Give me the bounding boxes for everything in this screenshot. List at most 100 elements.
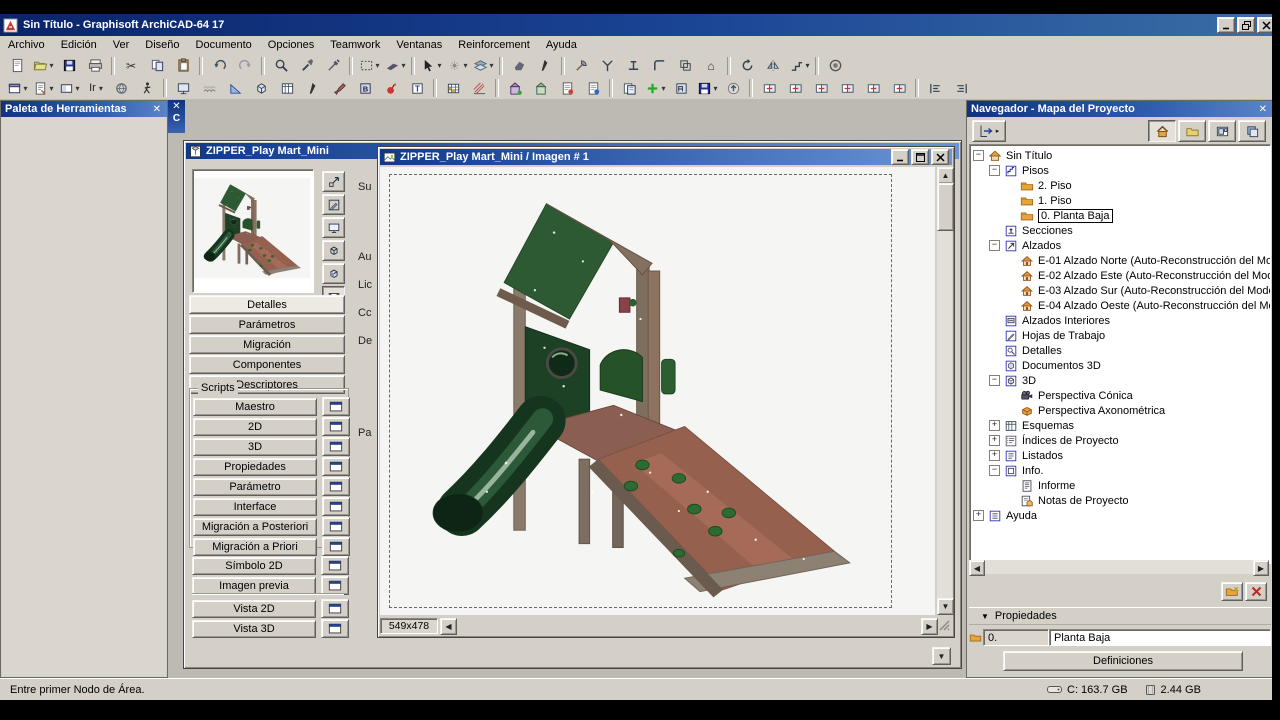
record-button[interactable]: [822, 55, 848, 77]
elevate-button[interactable]: ▾: [786, 55, 812, 77]
tree-item-label[interactable]: Notas de Proyecto: [1038, 495, 1129, 507]
tree-item[interactable]: Perspectiva Axonométrica: [970, 403, 1270, 418]
gdl-tab-par-metros[interactable]: Parámetros: [189, 315, 345, 334]
open-window-button[interactable]: [321, 619, 349, 638]
menu-diseño[interactable]: Diseño: [137, 38, 187, 52]
new-file-button[interactable]: [4, 55, 30, 77]
image-maximize-button[interactable]: [911, 149, 929, 165]
copy-button[interactable]: [144, 55, 170, 77]
navigator-hscrollbar[interactable]: ◀ ▶: [969, 560, 1269, 574]
nav-scroll-right-button[interactable]: ▶: [1253, 560, 1269, 576]
view-s-mbolo-2d-button[interactable]: Símbolo 2D: [192, 557, 316, 575]
open-window-button[interactable]: [322, 417, 350, 436]
copy-view-button[interactable]: [616, 77, 642, 99]
dropdown-arrow-icon[interactable]: ▾: [489, 61, 493, 70]
pick-up-parameters-button[interactable]: [294, 55, 320, 77]
gdl-preview-thumbnail[interactable]: [192, 169, 314, 293]
screen-view-options-button[interactable]: [170, 77, 196, 99]
script-2d-button[interactable]: 2D: [193, 418, 317, 436]
grid-snap-button[interactable]: [440, 77, 466, 99]
undo-button[interactable]: [206, 55, 232, 77]
tree-item[interactable]: −Pisos: [970, 163, 1270, 178]
image-close-button[interactable]: [931, 149, 949, 165]
tool-palette-titlebar[interactable]: Paleta de Herramientas ✕: [1, 101, 167, 117]
collapse-arrow-icon[interactable]: ▼: [981, 612, 989, 621]
3d-view-mode-button[interactable]: [248, 77, 274, 99]
sun-study-button[interactable]: ☀▾: [444, 55, 470, 77]
project-b-button[interactable]: [528, 77, 554, 99]
quick-views-button[interactable]: ▾: [30, 77, 56, 99]
tree-item[interactable]: Detalles: [970, 343, 1270, 358]
delete-item-button[interactable]: [1245, 582, 1267, 601]
tree-item-label[interactable]: Hojas de Trabajo: [1022, 330, 1105, 342]
tree-item[interactable]: E-02 Alzado Este (Auto-Reconstrucción de…: [970, 268, 1270, 283]
script-3d-button[interactable]: 3D: [193, 438, 317, 456]
dropdown-arrow-icon[interactable]: ▾: [661, 84, 665, 93]
hotlink-2-button[interactable]: [782, 77, 808, 99]
paste-button[interactable]: [170, 55, 196, 77]
tree-item[interactable]: 2. Piso: [970, 178, 1270, 193]
image-minimize-button[interactable]: [891, 149, 909, 165]
tree-item-label[interactable]: E-01 Alzado Norte (Auto-Reconstrucción d…: [1038, 255, 1271, 267]
tree-item[interactable]: +Índices de Proyecto: [970, 433, 1270, 448]
open-window-button[interactable]: [321, 556, 349, 575]
tree-item-label[interactable]: Esquemas: [1022, 420, 1074, 432]
main-window-titlebar[interactable]: Sin Título - Graphisoft ArchiCAD-64 17: [0, 14, 1278, 36]
hotlink-5-button[interactable]: [860, 77, 886, 99]
floor-plan-window-button[interactable]: ▾: [4, 77, 30, 99]
tree-item[interactable]: E-03 Alzado Sur (Auto-Reconstrucción del…: [970, 283, 1270, 298]
script-propiedades-button[interactable]: Propiedades: [193, 458, 317, 476]
tree-item[interactable]: Hojas de Trabajo: [970, 328, 1270, 343]
menu-ayuda[interactable]: Ayuda: [538, 38, 585, 52]
publish-button[interactable]: [720, 77, 746, 99]
tree-item-label[interactable]: Alzados Interiores: [1022, 315, 1110, 327]
tree-item-label[interactable]: Sin Título: [1006, 150, 1052, 162]
inject-parameters-button[interactable]: [320, 55, 346, 77]
script-migraci-n-a-posteriori-button[interactable]: Migración a Posteriori: [193, 518, 317, 536]
tree-item[interactable]: Documentos 3D: [970, 358, 1270, 373]
menu-documento[interactable]: Documento: [188, 38, 260, 52]
preview-edit-pencil-button[interactable]: [322, 194, 345, 215]
angle-view-button[interactable]: [222, 77, 248, 99]
dropdown-arrow-icon[interactable]: ▾: [375, 61, 379, 70]
tree-item[interactable]: +Esquemas: [970, 418, 1270, 433]
tree-item[interactable]: Informe: [970, 478, 1270, 493]
menu-opciones[interactable]: Opciones: [260, 38, 322, 52]
gdl-tab-detalles[interactable]: Detalles: [189, 295, 345, 314]
project-chooser-button[interactable]: ▸: [972, 120, 1006, 142]
open-window-button[interactable]: [322, 397, 350, 416]
save-view-button[interactable]: ▾: [694, 77, 720, 99]
script-par-metro-button[interactable]: Parámetro: [193, 478, 317, 496]
tree-expander-minus-icon[interactable]: −: [989, 165, 1000, 176]
dropdown-arrow-icon[interactable]: ▾: [437, 61, 441, 70]
image-vscrollbar[interactable]: ▲ ▼: [937, 167, 952, 615]
project-a-button[interactable]: [502, 77, 528, 99]
tree-item[interactable]: −Alzados: [970, 238, 1270, 253]
menu-ventanas[interactable]: Ventanas: [388, 38, 450, 52]
collapsed-palette-close-icon[interactable]: ✕: [172, 100, 180, 113]
text-style-button[interactable]: T: [404, 77, 430, 99]
properties-header[interactable]: ▼ Propiedades: [969, 607, 1271, 625]
script-interface-button[interactable]: Interface: [193, 498, 317, 516]
home-story-button[interactable]: ⌂: [698, 55, 724, 77]
view-imagen-previa-button[interactable]: Imagen previa: [192, 577, 316, 595]
fill-display-button[interactable]: [466, 77, 492, 99]
fillet-button[interactable]: [646, 55, 672, 77]
mesh-tool-button[interactable]: [196, 77, 222, 99]
walk-mode-button[interactable]: [134, 77, 160, 99]
tool-palette-close-icon[interactable]: ✕: [151, 104, 163, 115]
hotlink-6-button[interactable]: [886, 77, 912, 99]
print-button[interactable]: [82, 55, 108, 77]
tree-expander-minus-icon[interactable]: −: [989, 465, 1000, 476]
tree-item-label[interactable]: Perspectiva Cónica: [1038, 390, 1133, 402]
gdl-tab-migraci-n[interactable]: Migración: [189, 335, 345, 354]
tree-item[interactable]: +Listados: [970, 448, 1270, 463]
open-window-button[interactable]: [322, 537, 350, 556]
menu-archivo[interactable]: Archivo: [0, 38, 53, 52]
open-file-button[interactable]: ▾: [30, 55, 56, 77]
fill-tool-button[interactable]: [506, 55, 532, 77]
marquee-tool-button[interactable]: ▾: [356, 55, 382, 77]
view-vista-2d-button[interactable]: Vista 2D: [192, 600, 316, 618]
resize-grip-icon[interactable]: [938, 619, 952, 633]
tree-item[interactable]: Notas de Proyecto: [970, 493, 1270, 508]
